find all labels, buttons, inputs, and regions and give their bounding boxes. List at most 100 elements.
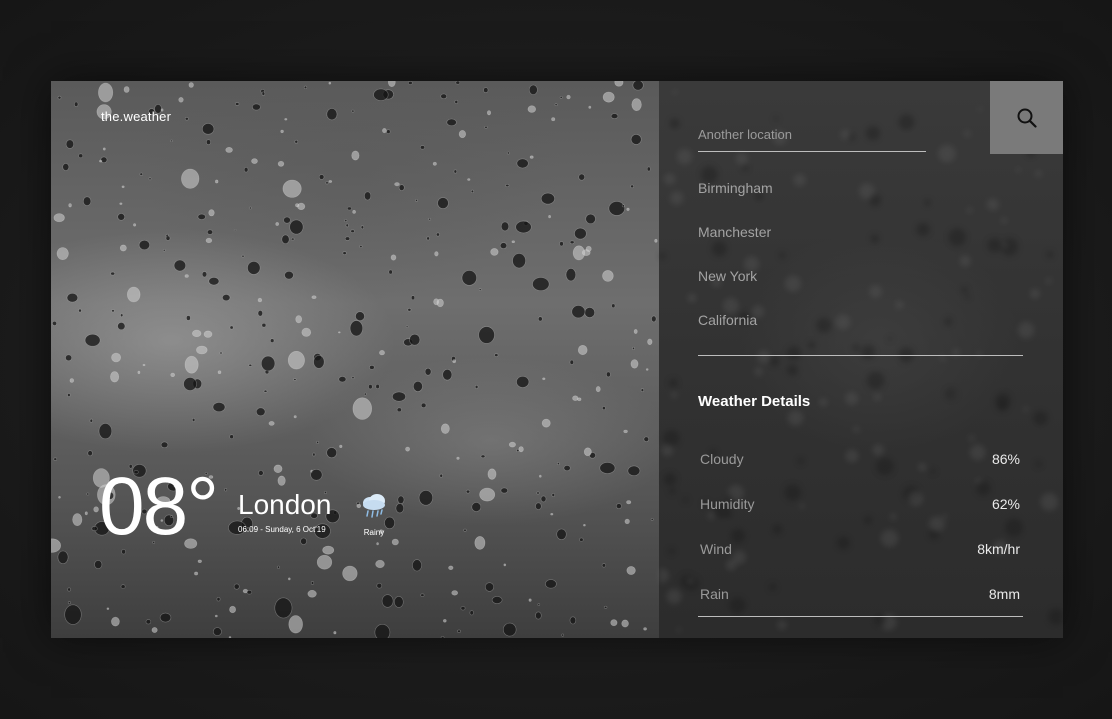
raindrop: [325, 181, 329, 185]
raindrop: [603, 605, 608, 609]
raindrop: [456, 456, 460, 460]
raindrop: [184, 355, 199, 374]
raindrop: [212, 627, 222, 636]
raindrop: [460, 606, 466, 611]
raindrop: [57, 95, 62, 100]
raindrop: [212, 402, 226, 413]
raindrop: [626, 500, 632, 505]
raindrop: [165, 235, 171, 241]
location-item-new-york[interactable]: New York: [698, 265, 1028, 309]
raindrop: [183, 377, 197, 391]
location-item-birmingham[interactable]: Birmingham: [698, 177, 1028, 221]
raindrop: [123, 86, 130, 93]
raindrop: [632, 346, 635, 350]
raindrop: [119, 202, 123, 205]
raindrop: [281, 234, 290, 245]
blurred-raindrop: [995, 393, 1011, 409]
blurred-raindrop: [1023, 406, 1029, 412]
raindrop: [229, 434, 234, 440]
raindrop: [94, 560, 103, 569]
detail-label: Rain: [700, 586, 729, 602]
raindrop: [173, 259, 186, 272]
raindrop: [529, 155, 534, 159]
raindrop: [102, 147, 106, 151]
raindrop: [375, 559, 385, 569]
raindrop: [374, 624, 391, 638]
raindrop: [440, 636, 445, 638]
raindrop: [98, 423, 113, 440]
raindrop: [120, 313, 124, 318]
raindrop: [469, 610, 474, 616]
raindrop: [181, 168, 200, 189]
blurred-raindrop: [659, 253, 666, 260]
blurred-raindrop: [1048, 608, 1063, 625]
raindrop: [556, 528, 567, 540]
detail-label: Humidity: [700, 496, 755, 512]
raindrop: [572, 245, 586, 261]
raindrop: [66, 293, 79, 303]
raindrop: [293, 378, 297, 381]
raindrop: [440, 423, 450, 434]
raindrop: [418, 490, 434, 506]
raindrop: [277, 160, 285, 167]
blurred-raindrop: [1035, 460, 1042, 468]
location-item-manchester[interactable]: Manchester: [698, 221, 1028, 265]
raindrop: [554, 103, 558, 107]
raindrop: [440, 93, 448, 99]
search-button[interactable]: [990, 81, 1063, 154]
raindrop: [621, 204, 625, 208]
location-search-input[interactable]: [698, 117, 926, 152]
raindrop: [376, 582, 383, 589]
raindrop: [142, 363, 146, 367]
raindrop: [412, 380, 423, 392]
blurred-raindrop: [945, 387, 958, 400]
raindrop: [261, 323, 267, 328]
raindrop: [474, 384, 479, 389]
raindrop: [601, 563, 607, 568]
raindrop: [208, 209, 215, 217]
raindrop: [585, 213, 596, 224]
raindrop: [346, 206, 352, 211]
blurred-raindrop: [666, 589, 682, 604]
raindrop: [67, 587, 71, 592]
raindrop: [578, 173, 586, 181]
raindrop: [614, 81, 624, 87]
raindrop: [106, 607, 110, 610]
raindrop: [342, 251, 347, 255]
blurred-raindrop: [661, 444, 674, 457]
raindrop: [579, 537, 584, 542]
raindrop: [537, 316, 543, 322]
location-item-california[interactable]: California: [698, 309, 1028, 353]
raindrop: [474, 536, 486, 550]
raindrop: [89, 418, 93, 423]
raindrop: [518, 446, 524, 453]
raindrop: [111, 309, 115, 313]
raindrop: [229, 325, 234, 330]
raindrop: [610, 113, 619, 119]
raindrop: [355, 311, 365, 321]
raindrop: [484, 582, 494, 592]
raindrop: [392, 391, 406, 402]
raindrop: [442, 619, 447, 623]
search-icon: [1017, 108, 1037, 128]
detail-label: Wind: [700, 541, 732, 557]
raindrop: [424, 367, 432, 376]
raindrop: [69, 378, 74, 383]
blurred-raindrop: [687, 293, 697, 303]
raindrop: [480, 454, 486, 459]
raindrop: [98, 82, 114, 103]
raindrop: [437, 197, 449, 209]
raindrop: [621, 619, 629, 628]
raindrop: [349, 320, 364, 337]
raindrop: [391, 538, 399, 546]
blurred-raindrop: [1033, 411, 1048, 426]
city-name: London: [238, 489, 332, 520]
raindrop: [186, 315, 191, 321]
raindrop: [611, 303, 616, 309]
raindrop: [565, 268, 577, 282]
blurred-raindrop: [669, 378, 678, 388]
raindrop: [350, 229, 355, 233]
raindrop: [396, 407, 402, 413]
blurred-raindrop: [939, 355, 946, 362]
blurred-raindrop: [671, 391, 678, 398]
